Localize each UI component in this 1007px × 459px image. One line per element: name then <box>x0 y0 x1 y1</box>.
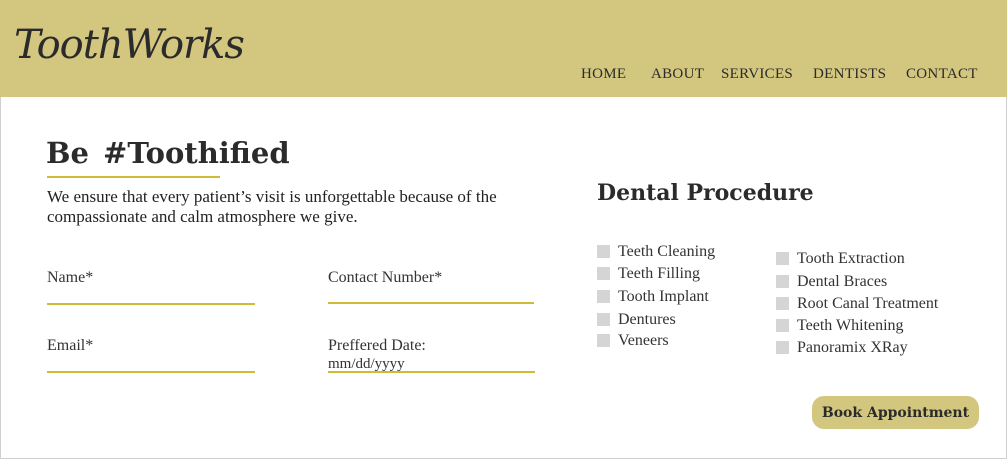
preferred-date-label: Preffered Date: <box>328 337 426 354</box>
checkbox[interactable] <box>597 290 610 303</box>
procedure-label: Root Canal Treatment <box>797 295 939 312</box>
checkbox[interactable] <box>776 319 789 332</box>
checkbox[interactable] <box>776 297 789 310</box>
procedure-label: Dental Braces <box>797 273 888 290</box>
email-underline <box>47 371 255 373</box>
procedure-label: Veneers <box>618 332 669 349</box>
email-input[interactable] <box>47 352 254 370</box>
procedures-title: Dental Procedure <box>597 180 814 206</box>
main-nav: HOME ABOUT SERVICES DENTISTS CONTACT <box>0 66 1007 86</box>
procedure-label: Teeth Filling <box>618 265 700 282</box>
procedure-label: Dentures <box>618 311 676 328</box>
procedure-label: Teeth Cleaning <box>618 243 716 260</box>
nav-services[interactable]: SERVICES <box>721 66 793 83</box>
name-underline <box>47 303 255 305</box>
nav-contact[interactable]: CONTACT <box>906 66 978 83</box>
page-title: Be #Toothified <box>46 136 290 170</box>
book-appointment-button[interactable]: Book Appointment <box>812 396 979 429</box>
procedure-label: Panoramix XRay <box>797 339 908 356</box>
preferred-date-underline <box>328 371 535 373</box>
contact-number-input[interactable] <box>328 284 534 302</box>
site-header: ToothWorks HOME ABOUT SERVICES DENTISTS … <box>0 0 1007 97</box>
procedure-label: Teeth Whitening <box>797 317 904 334</box>
title-underline <box>47 176 220 178</box>
checkbox[interactable] <box>776 341 789 354</box>
checkbox[interactable] <box>597 267 610 280</box>
checkbox[interactable] <box>776 252 789 265</box>
checkbox[interactable] <box>597 313 610 326</box>
nav-about[interactable]: ABOUT <box>651 66 704 83</box>
name-input[interactable] <box>47 284 254 302</box>
checkbox[interactable] <box>776 275 789 288</box>
brand-logo[interactable]: ToothWorks <box>14 22 245 68</box>
checkbox[interactable] <box>597 334 610 347</box>
checkbox[interactable] <box>597 245 610 258</box>
nav-dentists[interactable]: DENTISTS <box>813 66 886 83</box>
contact-number-underline <box>328 302 534 304</box>
procedure-label: Tooth Extraction <box>797 250 905 267</box>
nav-home[interactable]: HOME <box>581 66 626 83</box>
intro-text: We ensure that every patient’s visit is … <box>47 187 497 226</box>
procedure-label: Tooth Implant <box>618 288 709 305</box>
